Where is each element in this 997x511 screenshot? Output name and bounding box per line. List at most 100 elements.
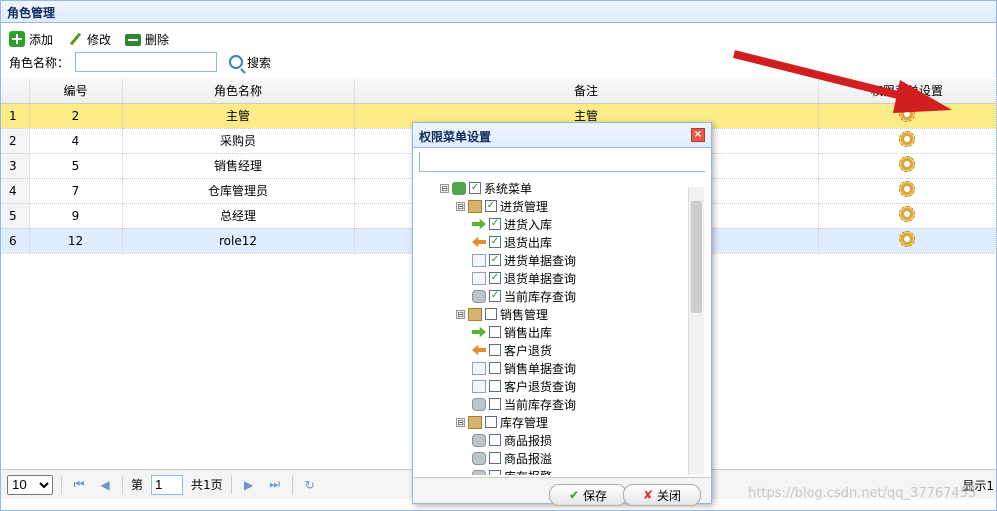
tree-node[interactable]: 商品报损: [440, 431, 693, 449]
save-button[interactable]: ✔ 保存: [549, 484, 627, 506]
scrollbar-thumb[interactable]: [691, 201, 702, 313]
tree-checkbox[interactable]: [489, 362, 501, 374]
cell-id: 2: [29, 103, 123, 129]
tree-node[interactable]: ✓ 进货单据查询: [440, 251, 693, 269]
page-total: 共1页: [191, 478, 223, 492]
next-page-icon[interactable]: ▶: [240, 478, 258, 492]
tree-checkbox[interactable]: [489, 326, 501, 338]
row-number: 2: [1, 128, 30, 154]
collapse-icon[interactable]: ⊟: [440, 183, 449, 193]
tree-checkbox[interactable]: [489, 452, 501, 464]
tree-checkbox[interactable]: [489, 380, 501, 392]
cell-id: 5: [29, 153, 123, 179]
tree-node[interactable]: ⊟ 库存管理: [440, 413, 693, 431]
tree-checkbox[interactable]: [485, 308, 497, 320]
collapse-icon[interactable]: ⊟: [456, 417, 465, 427]
folder-icon: [468, 415, 482, 429]
close-icon[interactable]: ×: [691, 128, 705, 142]
row-number: 5: [1, 203, 30, 229]
tree-checkbox[interactable]: [485, 416, 497, 428]
tree-node-label: 当前库存查询: [504, 289, 577, 304]
tree-node[interactable]: 当前库存查询: [440, 395, 693, 413]
column-header-id[interactable]: 编号: [29, 78, 123, 104]
role-name-input[interactable]: [75, 52, 218, 72]
row-number: 1: [1, 103, 30, 129]
tree-node-label: 库存管理: [500, 415, 549, 430]
tree-node-label: 库存报警: [504, 468, 552, 476]
root-icon: [452, 181, 466, 195]
tree-node[interactable]: ✓ 退货出库: [440, 233, 693, 251]
tree-node[interactable]: 商品报溢: [440, 449, 693, 467]
cell-permission: [818, 153, 997, 179]
tree-checkbox[interactable]: ✓: [489, 236, 501, 248]
prev-page-icon[interactable]: ◀: [96, 478, 114, 492]
tree-node[interactable]: ✓ 退货单据查询: [440, 269, 693, 287]
gear-icon[interactable]: [899, 156, 915, 172]
folder-icon: [468, 307, 482, 321]
cell-name: 主管: [122, 103, 355, 129]
delete-button[interactable]: 删除: [125, 31, 169, 48]
edit-button[interactable]: 修改: [67, 31, 111, 48]
tree-checkbox[interactable]: ✓: [489, 254, 501, 266]
cell-id: 12: [29, 228, 123, 254]
tree-node[interactable]: ✓ 进货入库: [440, 215, 693, 233]
tree-checkbox[interactable]: ✓: [469, 182, 481, 194]
arrow-out-icon: [472, 236, 486, 248]
gear-icon[interactable]: [899, 181, 915, 197]
tree-checkbox[interactable]: ✓: [489, 218, 501, 230]
tree-checkbox[interactable]: ✓: [485, 200, 497, 212]
add-icon: [9, 31, 25, 47]
page-number-input[interactable]: [151, 474, 184, 495]
tree-checkbox[interactable]: [489, 434, 501, 446]
tree-node-label: 商品报溢: [504, 451, 553, 466]
last-page-icon[interactable]: ⏭: [266, 477, 284, 492]
search-button[interactable]: 搜索: [229, 54, 271, 71]
tree-node[interactable]: ✓ 当前库存查询: [440, 287, 693, 305]
tree-node[interactable]: 客户退货查询: [440, 377, 693, 395]
cell-id: 9: [29, 203, 123, 229]
tree-node[interactable]: ⊟ 销售管理: [440, 305, 693, 323]
divider: [61, 475, 62, 494]
rownum-header: [1, 78, 30, 104]
gear-icon[interactable]: [899, 206, 915, 222]
arrow-in-icon: [472, 326, 486, 338]
gear-icon[interactable]: [899, 131, 915, 147]
dialog-field: [419, 152, 705, 172]
row-number: 3: [1, 153, 30, 179]
gear-icon[interactable]: [899, 231, 915, 247]
search-icon: [229, 55, 244, 69]
dialog-title: 权限菜单设置: [419, 130, 492, 144]
column-header-name[interactable]: 角色名称: [122, 78, 355, 104]
document-icon: [472, 271, 486, 285]
tree-scrollbar[interactable]: [688, 187, 704, 475]
tree-node[interactable]: 销售出库: [440, 323, 693, 341]
red-arrow-icon: [733, 50, 952, 113]
tree-checkbox[interactable]: [489, 344, 501, 356]
page-size-select[interactable]: 10: [7, 474, 53, 495]
tree-checkbox[interactable]: [489, 398, 501, 410]
tree-node[interactable]: 客户退货: [440, 341, 693, 359]
tree-node[interactable]: ⊟ ✓ 系统菜单: [440, 179, 693, 197]
tree-checkbox[interactable]: ✓: [489, 290, 501, 302]
divider: [291, 475, 293, 494]
close-button[interactable]: ✘ 关闭: [623, 484, 701, 506]
tree-node[interactable]: ⊟ ✓ 进货管理: [440, 197, 693, 215]
collapse-icon[interactable]: ⊟: [456, 201, 465, 211]
tree-node-label: 进货入库: [504, 217, 553, 232]
tree-checkbox[interactable]: [489, 470, 501, 475]
add-button[interactable]: 添加: [9, 31, 53, 48]
tree-node-label: 进货管理: [500, 199, 549, 214]
tree-node[interactable]: 销售单据查询: [440, 359, 693, 377]
refresh-icon[interactable]: ↻: [301, 478, 319, 492]
folder-icon: [468, 199, 482, 213]
cell-name: role12: [122, 228, 355, 254]
cell-name: 仓库管理员: [122, 178, 355, 204]
first-page-icon[interactable]: ⏮: [70, 477, 88, 492]
cell-permission: [818, 203, 997, 229]
tree-node-label: 当前库存查询: [504, 397, 577, 412]
collapse-icon[interactable]: ⊟: [456, 309, 465, 319]
tree-checkbox[interactable]: ✓: [489, 272, 501, 284]
cell-id: 7: [29, 178, 123, 204]
cell-name: 采购员: [122, 128, 355, 154]
tree-node[interactable]: 库存报警: [440, 467, 693, 475]
